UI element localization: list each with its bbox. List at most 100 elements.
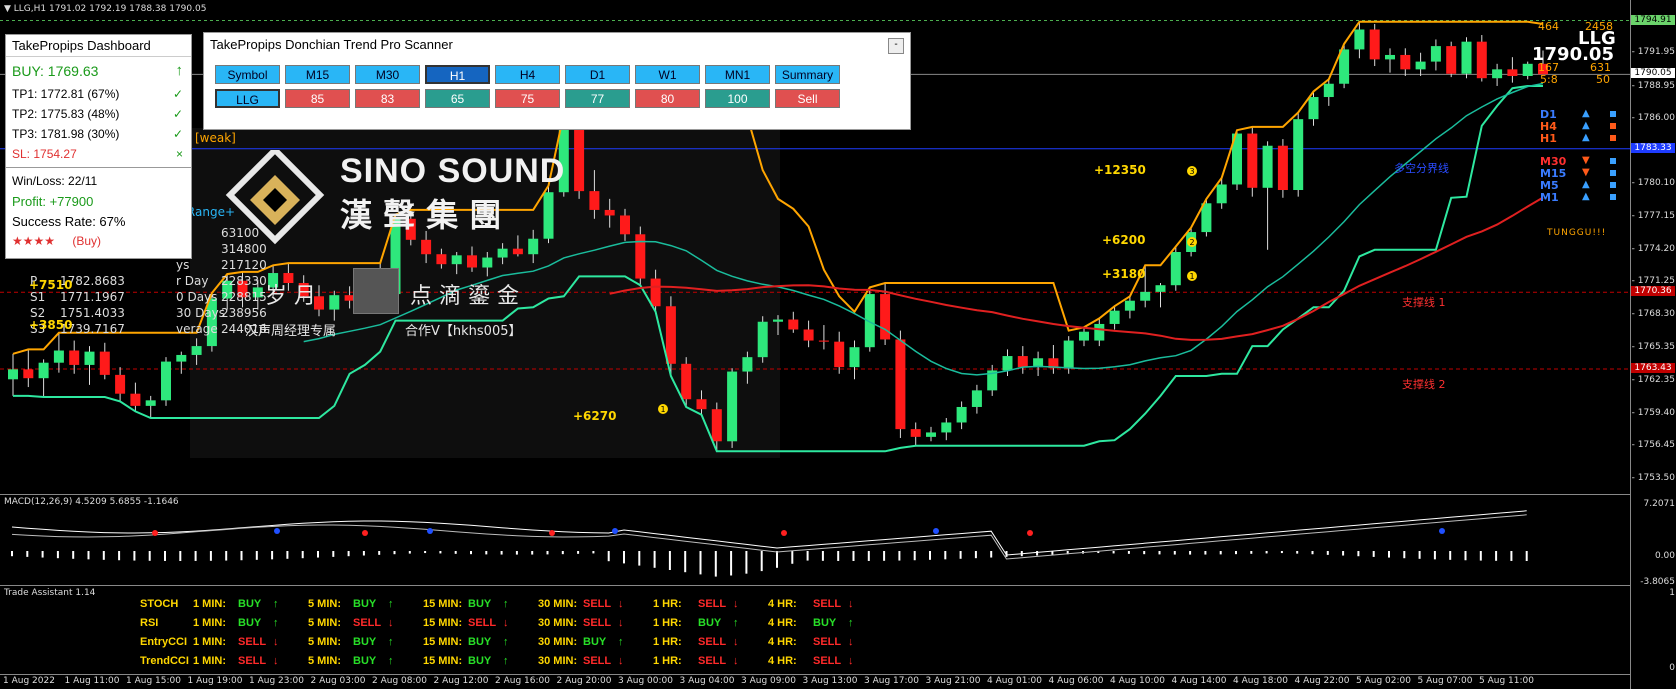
candle <box>818 325 829 350</box>
ta-signal: BUY <box>468 636 492 648</box>
support-line-2-label: 支撑线 2 <box>1402 378 1446 391</box>
candle <box>1247 126 1258 197</box>
time-label: 1 Aug 11:00 <box>64 676 120 686</box>
time-axis[interactable]: 1 Aug 2022 1 Aug 11:00 1 Aug 15:00 1 Aug 19… <box>0 675 1630 689</box>
ta-timeframe-label: 4 HR: <box>768 636 797 648</box>
arrow-down-icon: ↓ <box>273 636 279 648</box>
time-label: 1 Aug 15:00 <box>126 676 181 686</box>
stats-key: r Day <box>176 274 209 288</box>
scanner-header-mn1[interactable]: MN1 <box>705 65 770 84</box>
check-icon: ✓ <box>172 87 183 101</box>
ta-timeframe-label: 30 MIN: <box>538 655 578 667</box>
scanner-value-mn1[interactable]: 100 <box>705 89 770 108</box>
winloss-row: Win/Loss: 22/11 <box>12 174 98 188</box>
candle <box>38 359 49 398</box>
candle <box>1079 327 1089 347</box>
trend-square-icon <box>1610 111 1616 117</box>
time-label: 3 Aug 13:00 <box>802 676 858 686</box>
scanner-header-d1[interactable]: D1 <box>565 65 630 84</box>
price-label: - 1780.10 <box>1631 178 1675 189</box>
ta-timeframe-label: 4 HR: <box>768 617 797 629</box>
ta-timeframe-label: 1 HR: <box>653 617 682 629</box>
minimize-button[interactable]: - <box>888 38 904 54</box>
trend-square-icon <box>1610 182 1616 188</box>
candle <box>130 382 141 412</box>
arrow-up-icon: ↑ <box>503 598 509 610</box>
trade-assistant-pane[interactable]: Trade Assistant 1.14 STOCH 1 MIN: BUY ↑ 5 MI… <box>0 586 1630 675</box>
timeframe-row: H4 ▲ <box>1540 120 1630 133</box>
price-label: - 1786.00 <box>1631 113 1675 124</box>
ta-signal: BUY <box>353 598 377 610</box>
price-scale[interactable]: - 1794.91- 1791.95- 1790.05- 1788.95- 17… <box>1630 0 1676 689</box>
stats-row: r Day 228330 <box>176 274 271 290</box>
scanner-header-symbol[interactable]: Symbol <box>215 65 280 84</box>
arrow-down-icon: ↓ <box>618 617 624 629</box>
stats-row: verage 244016 <box>176 322 271 338</box>
price-label: - 1756.45 <box>1631 440 1675 451</box>
macd-cross-dot <box>549 530 555 536</box>
profit-7510: +7510 <box>29 278 73 292</box>
trade-marker: 1 <box>1187 271 1197 281</box>
candle <box>1461 37 1472 79</box>
macd-cross-dot <box>274 528 280 534</box>
time-label: 1 Aug 2022 <box>3 676 55 686</box>
scanner-value-d1[interactable]: 77 <box>565 89 630 108</box>
stats-value: 63100 <box>221 226 260 240</box>
timeframe-row: H1 ▲ <box>1540 132 1630 145</box>
price-label: - 1759.40 <box>1631 407 1675 418</box>
scanner-value-m15[interactable]: 85 <box>285 89 350 108</box>
timeframe-row: D1 ▲ <box>1540 108 1630 121</box>
profit-12350: +12350 <box>1094 163 1146 177</box>
profile-avatar <box>353 268 399 314</box>
time-label: 1 Aug 19:00 <box>187 676 243 686</box>
time-label: 4 Aug 01:00 <box>987 676 1042 686</box>
success-row: Success Rate: 67% <box>12 214 126 229</box>
stats-key: ys <box>176 258 190 272</box>
ta-signal: SELL <box>583 617 612 629</box>
macd-cross-dot <box>612 528 618 534</box>
time-label: 5 Aug 11:00 <box>1479 676 1534 686</box>
candle <box>1017 346 1028 374</box>
scanner-header-w1[interactable]: W1 <box>635 65 700 84</box>
stats-value: 238956 <box>221 306 267 320</box>
scanner-header-h4[interactable]: H4 <box>495 65 560 84</box>
macd-cross-dot <box>362 530 368 536</box>
scanner-header-summary[interactable]: Summary <box>775 65 840 84</box>
price-label: - 1765.35 <box>1631 341 1675 352</box>
price-tag: 1770.36 <box>1631 286 1675 297</box>
candle <box>1262 141 1273 250</box>
slogan-left: 岁 月 <box>265 284 316 309</box>
candle <box>895 330 906 438</box>
arrow-up-icon: ↑ <box>273 598 279 610</box>
ta-signal: SELL <box>583 598 612 610</box>
candle <box>788 311 799 333</box>
macd-pane[interactable]: MACD(12,26,9) 4.5209 5.6855 -1.1646 <box>0 495 1630 586</box>
price-label: - 1791.95 <box>1631 47 1675 58</box>
tp3-row: TP3: 1781.98 (30%) ✓ <box>6 125 191 145</box>
stats-value: 228330 <box>221 274 267 288</box>
scanner-header-m30[interactable]: M30 <box>355 65 420 84</box>
candle <box>176 351 187 374</box>
scanner-value-w1[interactable]: 80 <box>635 89 700 108</box>
timeframe-row: M1 ▲ <box>1540 191 1630 204</box>
trend-arrow-icon: ▲ <box>1582 120 1590 131</box>
scanner-panel[interactable]: TakePropips Donchian Trend Pro Scanner -… <box>203 32 911 130</box>
ta-timeframe-label: 30 MIN: <box>538 598 578 610</box>
ta-signal: BUY <box>468 598 492 610</box>
ta-timeframe-label: 1 MIN: <box>193 598 226 610</box>
check-icon: ✓ <box>172 107 183 121</box>
stats-key: 30 Days <box>176 306 226 320</box>
scanner-value-summary[interactable]: Sell <box>775 89 840 108</box>
macd-cross-dot <box>1439 528 1445 534</box>
dashboard-panel[interactable]: TakePropips Dashboard BUY: 1769.63 ↑ TP1… <box>5 34 192 259</box>
scanner-value-symbol[interactable]: LLG <box>215 89 280 108</box>
ta-timeframe-label: 15 MIN: <box>423 636 463 648</box>
scanner-header-h1[interactable]: H1 <box>425 65 490 84</box>
check-icon: ✓ <box>172 127 183 141</box>
scanner-header-m15[interactable]: M15 <box>285 65 350 84</box>
scanner-value-m30[interactable]: 83 <box>355 89 420 108</box>
ta-signal: BUY <box>583 636 607 648</box>
scanner-value-h4[interactable]: 75 <box>495 89 560 108</box>
scanner-value-h1[interactable]: 65 <box>425 89 490 108</box>
stars-row: ★★★★ (Buy) <box>6 232 191 252</box>
